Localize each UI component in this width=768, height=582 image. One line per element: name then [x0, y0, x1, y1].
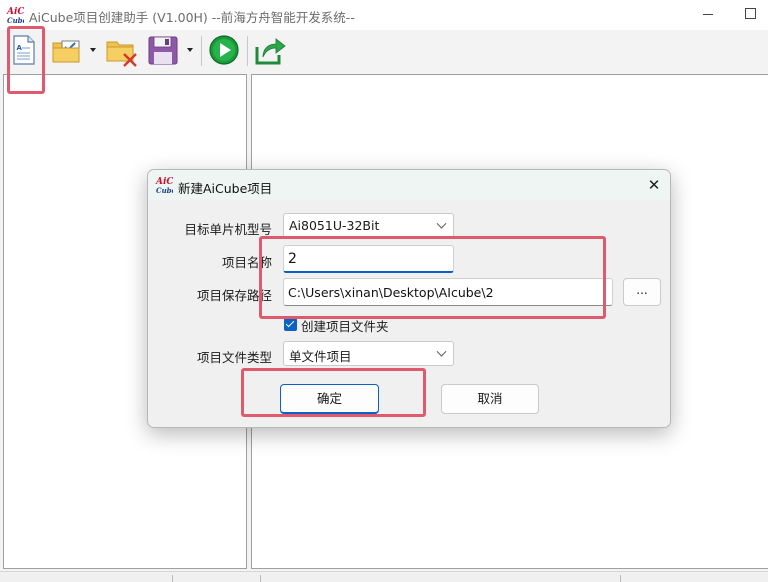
save-path-label: 项目保存路径 [196, 288, 272, 303]
file-type-select[interactable]: 单文件项目 [283, 341, 454, 366]
open-project-button[interactable] [50, 33, 84, 69]
aicube-logo-icon: AiC Cube [6, 7, 24, 25]
dialog-title: 新建AiCube项目 [178, 181, 273, 196]
svg-text:Cube: Cube [156, 186, 173, 195]
toolbar: A [0, 30, 768, 72]
save-dropdown-arrow-icon[interactable] [187, 48, 193, 52]
folder-delete-icon [106, 41, 137, 67]
close-icon[interactable]: ✕ [644, 176, 664, 194]
save-project-button[interactable] [146, 33, 180, 69]
file-type-label: 项目文件类型 [196, 350, 272, 365]
status-divider [172, 575, 173, 582]
toolbar-separator [247, 36, 248, 66]
file-type-select-value: 单文件项目 [289, 349, 352, 364]
browse-button[interactable]: ... [623, 278, 661, 306]
minimize-button[interactable] [688, 0, 728, 30]
highlight-box [7, 26, 45, 94]
share-export-icon [255, 38, 286, 65]
export-button[interactable] [253, 33, 287, 69]
project-name-label: 项目名称 [221, 255, 272, 270]
save-disk-icon [148, 36, 178, 65]
open-folder-check-icon [52, 40, 80, 63]
cancel-button[interactable]: 取消 [441, 384, 539, 414]
window-title: AiCube项目创建助手 (V1.00H) --前海方舟智能开发系统-- [29, 10, 355, 25]
play-icon [209, 35, 239, 65]
chevron-down-icon [436, 218, 447, 229]
open-dropdown-arrow-icon[interactable] [90, 48, 96, 52]
mcu-select-value: Ai8051U-32Bit [289, 218, 380, 233]
svg-text:Cube: Cube [7, 16, 24, 25]
dialog-title-bar: AiC Cube 新建AiCube项目 ✕ [148, 170, 670, 200]
create-folder-checkbox[interactable] [284, 318, 297, 331]
chevron-down-icon [436, 346, 447, 357]
mcu-label: 目标单片机型号 [184, 222, 272, 237]
highlight-box [259, 236, 606, 319]
run-button[interactable] [207, 33, 241, 69]
status-divider [260, 575, 261, 582]
status-bar [0, 571, 768, 582]
mcu-select[interactable]: Ai8051U-32Bit [283, 213, 454, 238]
maximize-button[interactable] [730, 0, 768, 30]
status-divider [620, 575, 621, 582]
title-bar: AiC Cube AiCube项目创建助手 (V1.00H) --前海方舟智能开… [0, 0, 768, 30]
aicube-logo-icon: AiC Cube [155, 177, 173, 195]
toolbar-separator [201, 36, 202, 66]
close-project-button[interactable] [104, 33, 140, 69]
highlight-box [241, 368, 426, 417]
